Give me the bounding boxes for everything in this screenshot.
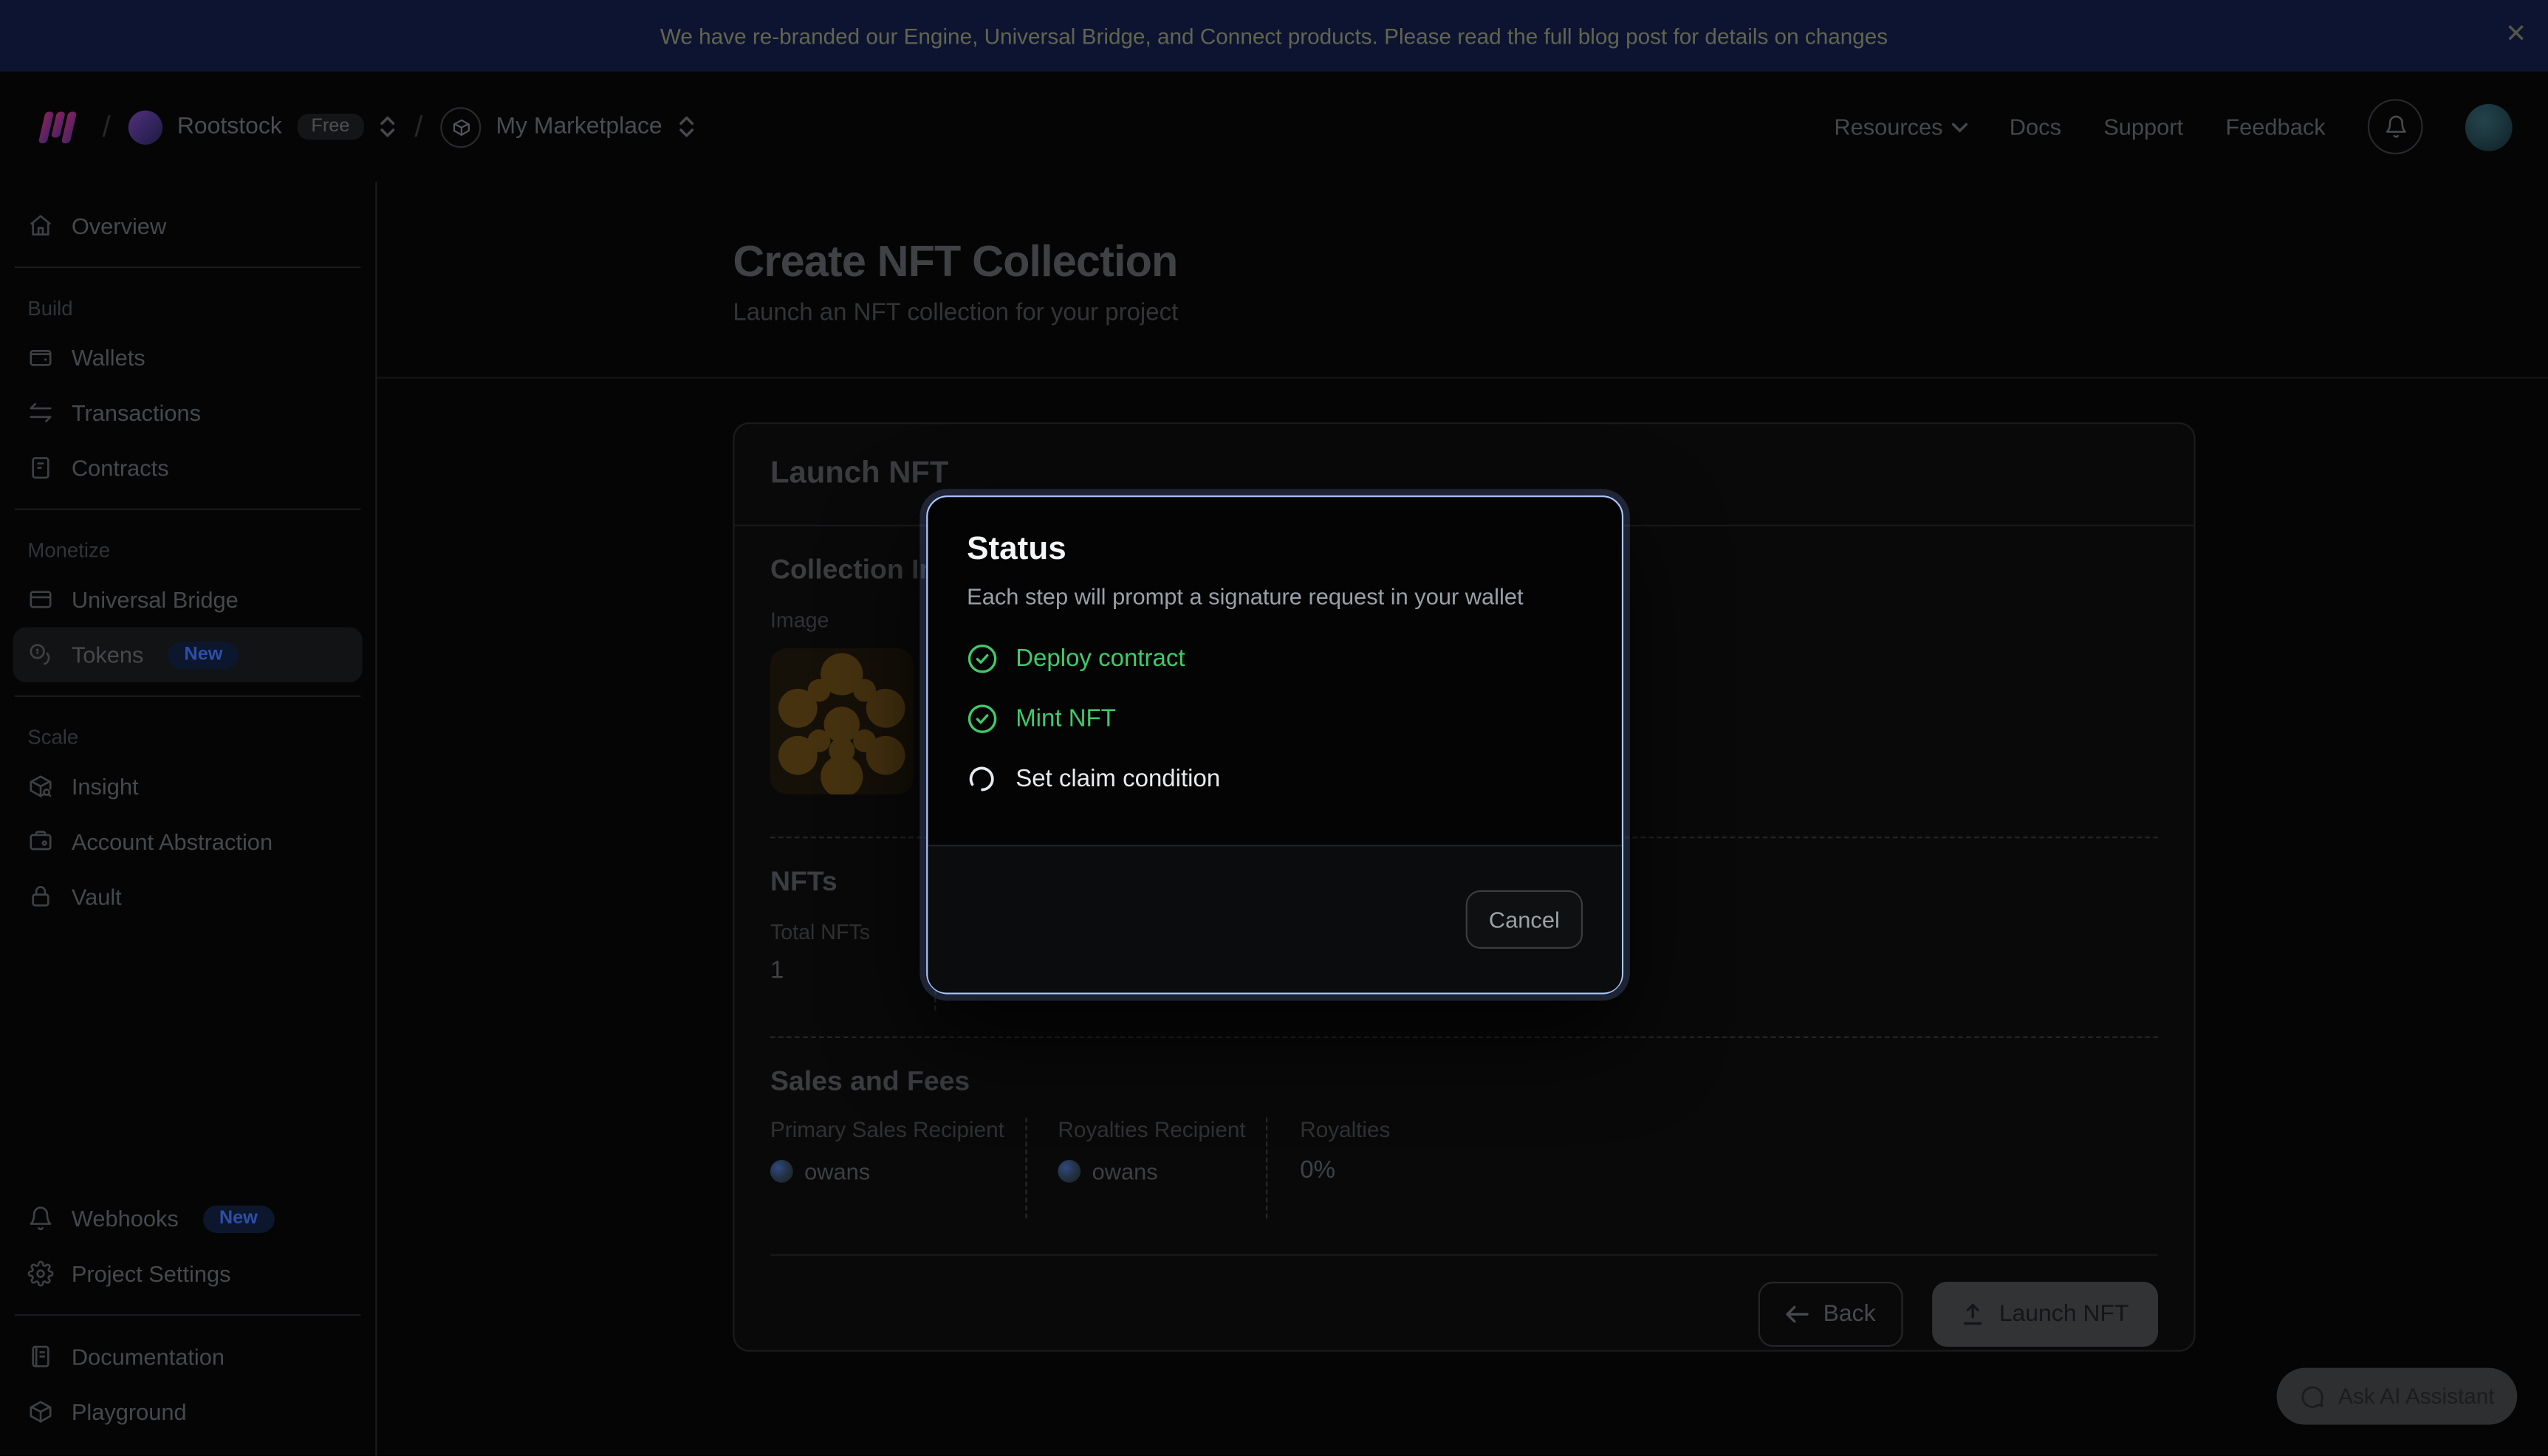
bell-icon xyxy=(27,1206,53,1232)
spinner-icon xyxy=(967,763,998,794)
total-nfts-stat: Total NFTs 1 xyxy=(770,919,900,1010)
sidebar-item-project-settings[interactable]: Project Settings xyxy=(13,1246,363,1302)
chevron-up-down-icon xyxy=(379,115,397,138)
step-mint-nft: Mint NFT xyxy=(967,689,1583,749)
sidebar-item-webhooks[interactable]: Webhooks New xyxy=(13,1191,363,1246)
user-avatar[interactable] xyxy=(2465,103,2513,151)
avatar xyxy=(770,1160,793,1183)
launch-nft-button[interactable]: Launch NFT xyxy=(1933,1282,2158,1347)
sidebar-item-documentation[interactable]: Documentation xyxy=(13,1329,363,1384)
project-icon xyxy=(441,106,482,147)
royalties-percentage: Royalties 0% xyxy=(1267,1118,1390,1218)
breadcrumb-separator: / xyxy=(414,110,422,144)
modal-subtitle: Each step will prompt a signature reques… xyxy=(967,583,1583,609)
home-icon xyxy=(27,213,53,238)
modal-body: Status Each step will prompt a signature… xyxy=(928,497,1622,808)
upload-icon xyxy=(1962,1303,1984,1326)
nav-support[interactable]: Support xyxy=(2103,114,2183,140)
modal-footer: Cancel xyxy=(928,845,1622,992)
divider xyxy=(15,509,361,510)
step-set-claim-condition: Set claim condition xyxy=(967,749,1583,808)
sidebar-item-playground[interactable]: Playground xyxy=(13,1384,363,1440)
new-badge: New xyxy=(203,1205,274,1232)
wallet-icon xyxy=(27,344,53,370)
thirdweb-logo[interactable] xyxy=(35,108,84,145)
collection-image-thumbnail xyxy=(770,648,914,794)
sidebar-item-tokens[interactable]: Tokens New xyxy=(13,627,363,682)
sales-columns: Primary Sales Recipient owans Royalties … xyxy=(770,1118,2158,1218)
account-abstraction-icon xyxy=(27,828,53,854)
notifications-button[interactable] xyxy=(2368,99,2423,154)
sidebar-group-scale: Scale xyxy=(13,727,363,749)
status-modal: Status Each step will prompt a signature… xyxy=(926,495,1623,994)
transactions-icon xyxy=(27,399,53,425)
divider xyxy=(15,1314,361,1316)
breadcrumb-separator: / xyxy=(103,110,111,144)
primary-sales-recipient: Primary Sales Recipient owans xyxy=(770,1118,1025,1218)
bridge-card-icon xyxy=(27,586,53,612)
card-footer: Back Launch NFT xyxy=(735,1256,2194,1373)
lock-icon xyxy=(27,884,53,910)
sidebar-item-wallets[interactable]: Wallets xyxy=(13,330,363,385)
sidebar-spacer xyxy=(13,924,363,1191)
announcement-text: We have re-branded our Engine, Universal… xyxy=(660,24,1888,48)
project-switcher[interactable] xyxy=(677,115,694,138)
header-nav: Resources Docs Support Feedback xyxy=(1834,99,2512,154)
divider xyxy=(15,696,361,697)
sidebar-group-monetize: Monetize xyxy=(13,539,363,562)
nav-resources[interactable]: Resources xyxy=(1834,114,1967,140)
project-name[interactable]: My Marketplace xyxy=(496,114,662,140)
sales-fees-section: Sales and Fees Primary Sales Recipient o… xyxy=(735,1038,2194,1256)
sidebar-item-insight[interactable]: Insight xyxy=(13,759,363,814)
avatar xyxy=(1058,1160,1080,1183)
sidebar-item-contracts[interactable]: Contracts xyxy=(13,440,363,495)
page-title: Create NFT Collection xyxy=(733,237,1177,287)
insight-box-icon xyxy=(27,773,53,799)
contract-icon xyxy=(27,455,53,481)
nav-docs[interactable]: Docs xyxy=(2010,114,2061,140)
nav-feedback[interactable]: Feedback xyxy=(2225,114,2325,140)
close-icon[interactable]: ✕ xyxy=(2505,23,2527,49)
sidebar-item-universal-bridge[interactable]: Universal Bridge xyxy=(13,572,363,628)
chevron-up-down-icon xyxy=(677,115,694,138)
back-arrow-icon xyxy=(1786,1305,1809,1324)
team-name[interactable]: Rootstock xyxy=(177,114,282,140)
app-root: We have re-branded our Engine, Universal… xyxy=(0,0,2548,1455)
cube-icon xyxy=(27,1398,53,1424)
cancel-button[interactable]: Cancel xyxy=(1466,890,1583,949)
breadcrumb: / Rootstock Free / My Marketplace xyxy=(35,106,694,147)
divider xyxy=(15,267,361,268)
team-avatar[interactable] xyxy=(129,110,162,144)
check-circle-icon xyxy=(967,643,998,674)
gear-icon xyxy=(27,1260,53,1286)
sidebar-item-overview[interactable]: Overview xyxy=(13,198,363,253)
step-deploy-contract: Deploy contract xyxy=(967,629,1583,689)
sidebar-group-build: Build xyxy=(13,298,363,320)
main-content: Create NFT Collection Launch an NFT coll… xyxy=(377,182,2548,1455)
modal-title: Status xyxy=(967,531,1583,569)
page-subtitle: Launch an NFT collection for your projec… xyxy=(733,299,1178,326)
step-list: Deploy contract Mint NFT Set claim condi… xyxy=(967,629,1583,809)
section-heading: Sales and Fees xyxy=(770,1065,2158,1098)
sidebar-item-account-abstraction[interactable]: Account Abstraction xyxy=(13,814,363,869)
chevron-down-icon xyxy=(1951,121,1967,132)
chat-bubble-icon xyxy=(2299,1384,2325,1409)
ask-ai-assistant-button[interactable]: Ask AI Assistant xyxy=(2277,1368,2518,1425)
top-navbar: / Rootstock Free / My Marketplace xyxy=(0,72,2548,182)
royalties-recipient: Royalties Recipient owans xyxy=(1027,1118,1266,1218)
sidebar-item-transactions[interactable]: Transactions xyxy=(13,385,363,440)
new-badge: New xyxy=(168,641,239,668)
check-circle-icon xyxy=(967,704,998,735)
book-icon xyxy=(27,1344,53,1370)
plan-badge: Free xyxy=(297,114,365,140)
bell-icon xyxy=(2383,114,2408,140)
coins-icon xyxy=(27,642,53,667)
team-switcher[interactable] xyxy=(379,115,397,138)
sidebar-item-vault[interactable]: Vault xyxy=(13,869,363,924)
back-button[interactable]: Back xyxy=(1758,1282,1903,1347)
cube-icon xyxy=(451,116,470,137)
divider xyxy=(377,377,2548,378)
announcement-banner: We have re-branded our Engine, Universal… xyxy=(0,0,2548,72)
sidebar: Overview Build Wallets Transactions Cont… xyxy=(0,182,377,1455)
